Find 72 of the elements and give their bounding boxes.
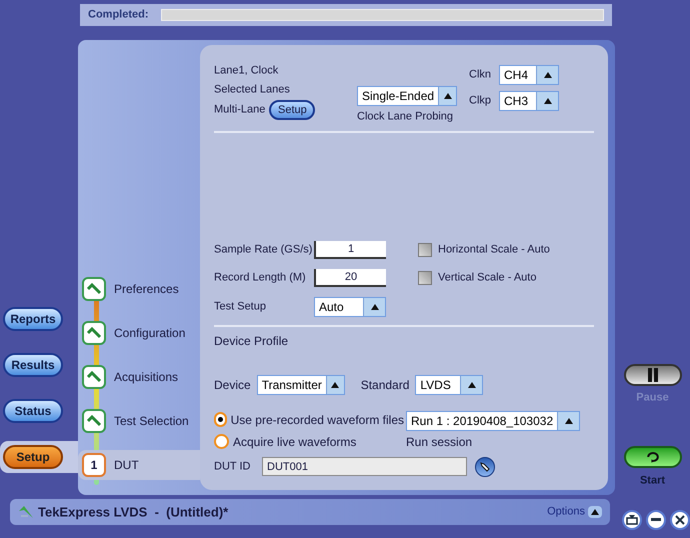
minimize-icon xyxy=(651,518,661,522)
nav-tab[interactable]: Results xyxy=(3,353,63,377)
status-label: Completed: xyxy=(88,8,148,23)
step-item[interactable]: Configuration xyxy=(78,318,200,348)
field-label: Device xyxy=(214,377,251,394)
checkbox-label: Vertical Scale - Auto xyxy=(438,270,536,286)
options-button[interactable]: Options xyxy=(547,504,602,520)
device-dropdown[interactable]: Transmitter xyxy=(256,375,345,395)
standard-dropdown[interactable]: LVDS xyxy=(415,375,484,395)
step-item[interactable]: Preferences xyxy=(78,274,200,304)
field-label: Clock Lane Probing xyxy=(357,110,454,124)
field-label: Test Setup xyxy=(214,300,267,315)
button-label: Pause xyxy=(636,391,669,406)
caret-icon xyxy=(331,382,340,388)
number-field[interactable]: 20 xyxy=(314,269,386,287)
nav-tab[interactable]: Status xyxy=(3,399,63,423)
field-value: Lane1, Clock xyxy=(214,64,278,79)
nav-tab[interactable]: Reports xyxy=(3,307,63,331)
field-label: Sample Rate (GS/s) xyxy=(214,242,314,258)
start-button[interactable] xyxy=(624,446,682,468)
edit-button[interactable] xyxy=(475,457,495,477)
section-heading: Device Profile xyxy=(214,333,288,350)
close-button[interactable] xyxy=(670,510,690,530)
probing-dropdown[interactable]: Single-Ended xyxy=(357,86,457,106)
caret-icon xyxy=(468,382,476,388)
run-session-dropdown[interactable]: Run 1 : 20190408_103032 xyxy=(406,411,580,431)
field-label: Multi-Lane xyxy=(214,102,266,118)
field-label: Clkn xyxy=(469,68,492,83)
checkbox[interactable] xyxy=(418,243,432,257)
caret-icon xyxy=(591,509,599,515)
number-field[interactable]: 1 xyxy=(314,241,386,259)
caret-icon xyxy=(544,98,552,104)
pause-icon xyxy=(646,368,658,382)
step-item[interactable]: Acquisitions xyxy=(78,362,200,392)
display-icon xyxy=(626,515,638,525)
radio-button[interactable] xyxy=(214,412,227,428)
pencil-icon xyxy=(480,462,490,472)
field-label: Clkp xyxy=(469,94,492,109)
caret-icon xyxy=(444,94,452,100)
button-label: Start xyxy=(640,474,666,488)
field-label: Standard xyxy=(360,377,410,394)
channel-dropdown[interactable]: CH4 xyxy=(499,65,559,85)
close-icon xyxy=(675,515,685,525)
checkmark-icon xyxy=(87,327,101,339)
step-item[interactable]: 1 DUT xyxy=(78,450,200,480)
channel-dropdown[interactable]: CH3 xyxy=(499,91,559,111)
caret-icon xyxy=(564,418,573,424)
step-item[interactable]: Test Selection xyxy=(78,406,200,436)
field-label: Run session xyxy=(406,434,474,451)
checkbox-label: Horizontal Scale - Auto xyxy=(438,242,550,258)
nav-tab[interactable]: Setup xyxy=(3,445,63,469)
dut-id-field[interactable]: DUT001 xyxy=(262,458,467,476)
logo-icon xyxy=(18,505,34,519)
checkmark-icon xyxy=(87,283,101,295)
display-button[interactable] xyxy=(622,510,642,530)
field-label: Selected Lanes xyxy=(214,82,290,98)
minimize-button[interactable] xyxy=(646,510,666,530)
radio-button[interactable] xyxy=(214,434,229,450)
window-title: TekExpress LVDS - (Untitled)* xyxy=(38,503,228,522)
setup-button[interactable]: Setup xyxy=(269,100,316,120)
checkmark-icon xyxy=(87,415,101,427)
test-setup-dropdown[interactable]: Auto xyxy=(314,297,386,317)
field-label: DUT ID xyxy=(214,460,252,475)
checkbox[interactable] xyxy=(418,271,432,285)
caret-icon xyxy=(370,304,378,310)
radio-label: Acquire live waveforms xyxy=(233,434,356,451)
radio-label: Use pre-recorded waveform files xyxy=(230,412,404,429)
step-number: 1 xyxy=(90,457,98,474)
caret-icon xyxy=(544,72,552,78)
field-label: Record Length (M) xyxy=(214,270,307,286)
checkmark-icon xyxy=(87,371,101,383)
refresh-icon xyxy=(644,452,660,464)
